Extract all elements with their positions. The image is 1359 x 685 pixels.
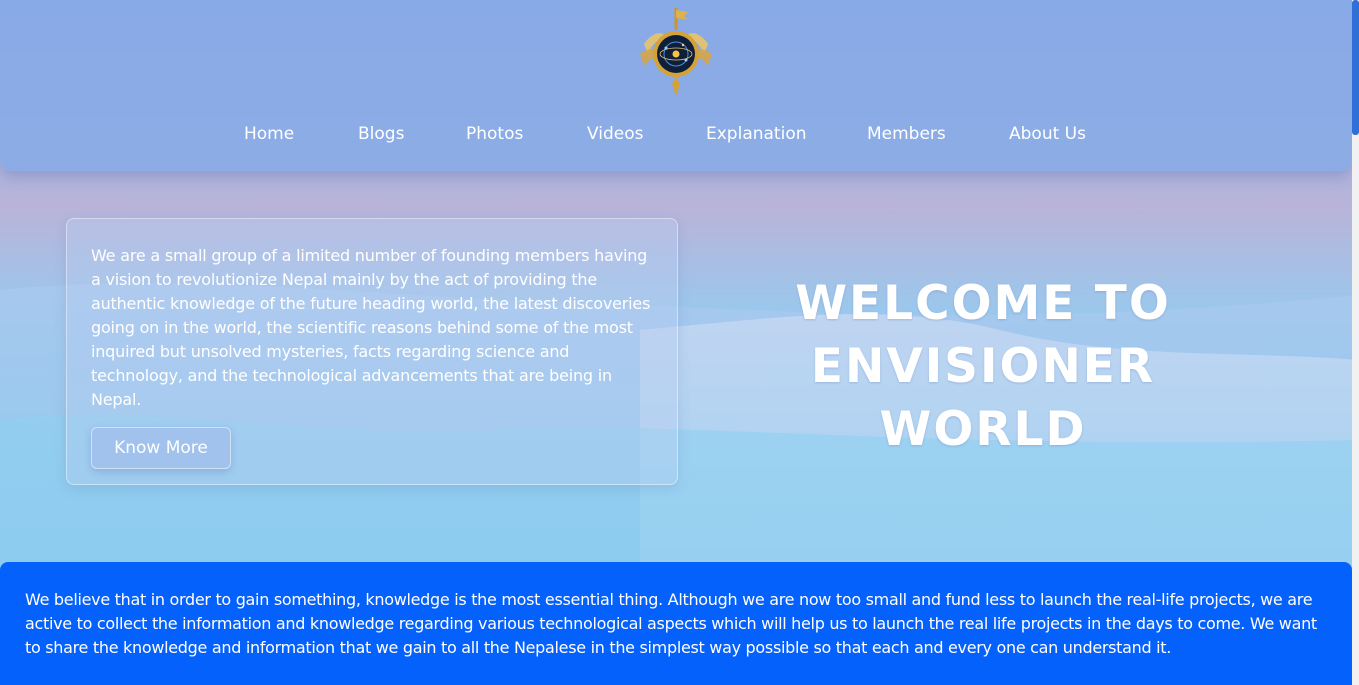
hero-heading-line1: WELCOME TO <box>795 276 1171 331</box>
site-header: Home Blogs Photos Videos Explanation Mem… <box>0 0 1352 171</box>
nav-item-about-us[interactable]: About Us <box>1009 124 1086 144</box>
belief-text: We believe that in order to gain somethi… <box>25 590 1317 657</box>
nav-item-videos[interactable]: Videos <box>587 124 644 144</box>
nav-item-blogs[interactable]: Blogs <box>358 124 404 144</box>
nav-item-members[interactable]: Members <box>867 124 946 144</box>
intro-text: We are a small group of a limited number… <box>91 246 651 409</box>
main-nav: Home Blogs Photos Videos Explanation Mem… <box>0 124 1352 150</box>
nav-item-explanation[interactable]: Explanation <box>706 124 807 144</box>
belief-section: We believe that in order to gain somethi… <box>0 562 1352 685</box>
hero-heading-line2: ENVISIONER WORLD <box>810 339 1156 457</box>
compass-emblem-icon[interactable] <box>636 4 716 96</box>
hero-heading: WELCOME TO ENVISIONER WORLD <box>700 272 1266 461</box>
know-more-button[interactable]: Know More <box>91 427 231 469</box>
scrollbar-thumb[interactable] <box>1352 0 1359 135</box>
scrollbar-track[interactable] <box>1352 0 1359 685</box>
nav-item-home[interactable]: Home <box>244 124 294 144</box>
intro-card: We are a small group of a limited number… <box>66 218 678 485</box>
nav-item-photos[interactable]: Photos <box>466 124 523 144</box>
